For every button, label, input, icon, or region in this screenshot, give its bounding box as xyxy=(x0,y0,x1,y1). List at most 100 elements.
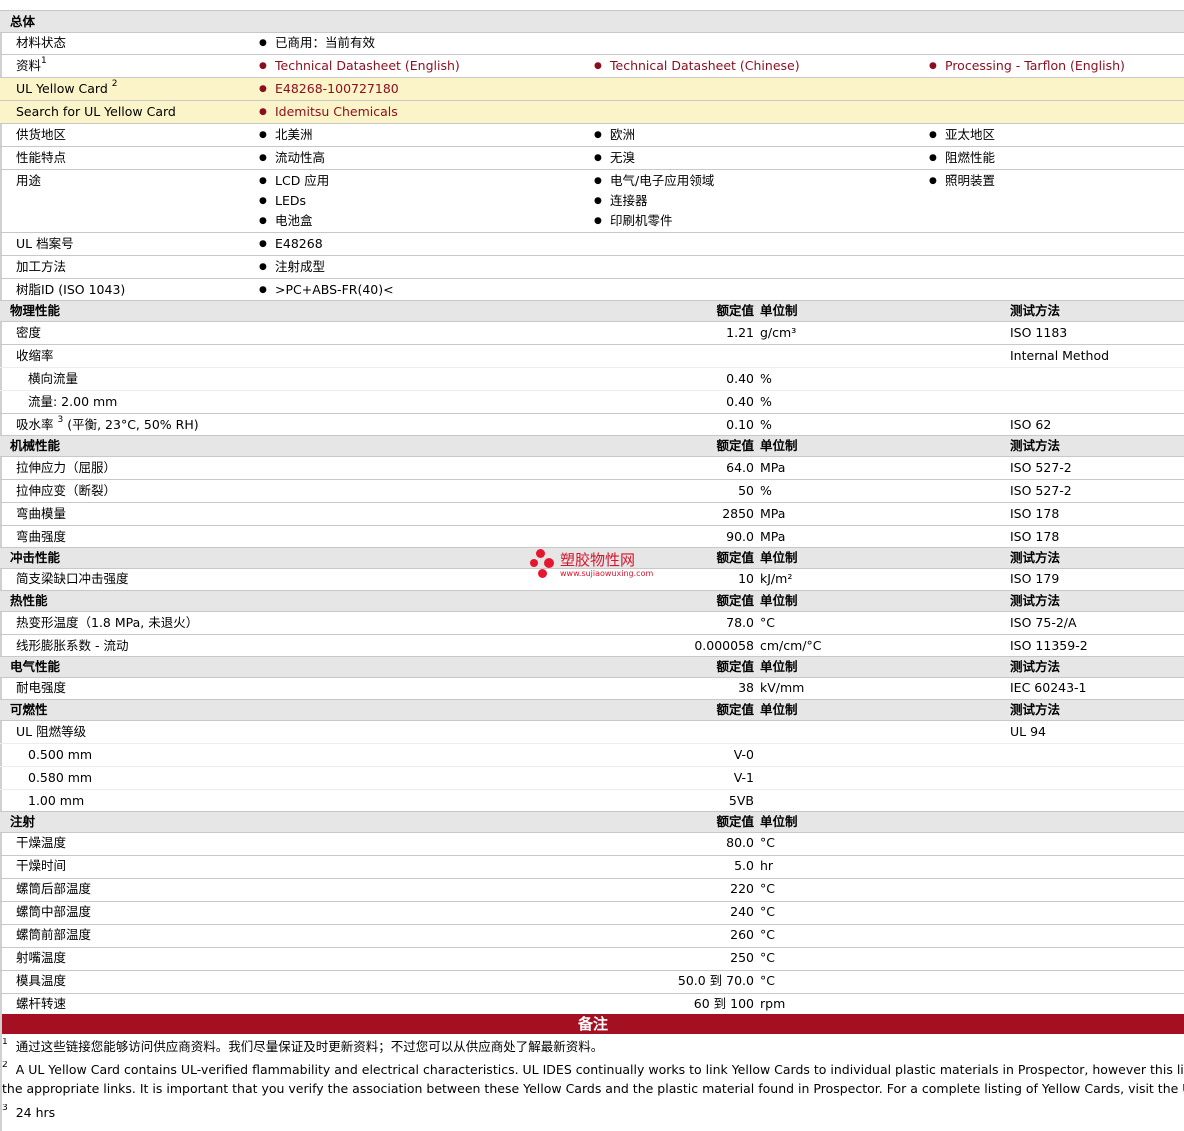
row-unit: °C xyxy=(760,973,775,988)
row-label: 弯曲强度 xyxy=(16,529,67,544)
row-label: 螺筒中部温度 xyxy=(16,904,92,919)
row-label: Search for UL Yellow Card xyxy=(16,104,176,119)
row-search-ul: Search for UL Yellow Card Idemitsu Chemi… xyxy=(0,100,1184,123)
ul-yellow-card-link[interactable]: E48268-100727180 xyxy=(259,80,399,98)
footnote-2: 2 A UL Yellow Card contains UL-verified … xyxy=(2,1061,1184,1077)
row-label: 螺筒后部温度 xyxy=(16,881,92,896)
row-unit: g/cm³ xyxy=(760,325,797,340)
row-value: 阻燃性能 xyxy=(929,149,995,167)
row-value: V-1 xyxy=(733,770,754,785)
footnote-1: 1 通过这些链接您能够访问供应商资料。我们尽量保证及时更新资料；不过您可以从供应… xyxy=(2,1038,604,1054)
row-shrink-cross: 横向流量 0.40 % xyxy=(0,367,1184,390)
row-value: LCD 应用 xyxy=(259,172,329,190)
row-unit: °C xyxy=(760,615,775,630)
row-value: 北美洲 xyxy=(259,126,313,144)
row-unit: % xyxy=(760,417,772,432)
col-value-header: 额定值 xyxy=(716,593,754,608)
row-uses: 用途 LCD 应用 LEDs 电池盒 电气/电子应用领域 连接器 印刷机零件 照… xyxy=(0,169,1184,232)
col-value-header: 额定值 xyxy=(716,303,754,318)
section-title: 机械性能 xyxy=(10,438,61,453)
row-value: 电池盒 xyxy=(259,212,313,230)
section-title: 注射 xyxy=(10,814,36,829)
row-material-status: 材料状态 已商用：当前有效 xyxy=(0,32,1184,54)
section-electrical-header: 电气性能 额定值 单位制 测试方法 xyxy=(0,656,1184,677)
row-label: 流量: 2.00 mm xyxy=(28,394,118,409)
table-row: 拉伸应力（屈服） 64.0 MPa ISO 527-2 xyxy=(0,456,1184,479)
row-method: ISO 11359-2 xyxy=(1010,638,1088,653)
row-shrinkage: 收缩率 Internal Method xyxy=(0,344,1184,367)
col-method-header: 测试方法 xyxy=(1010,303,1061,318)
row-label: 吸水率 3 (平衡, 23°C, 50% RH) xyxy=(16,415,199,433)
row-label: 热变形温度（1.8 MPa, 未退火） xyxy=(16,615,199,630)
row-label: UL Yellow Card 2 xyxy=(16,79,118,97)
section-title: 总体 xyxy=(10,14,36,29)
row-value: 流动性高 xyxy=(259,149,325,167)
row-value: 50 xyxy=(738,483,754,498)
table-row: 螺杆转速 60 到 100 rpm xyxy=(0,993,1184,1014)
row-label: 拉伸应变（断裂） xyxy=(16,483,117,498)
row-label: UL 阻燃等级 xyxy=(16,724,87,739)
row-label: 横向流量 xyxy=(28,371,79,386)
row-unit: MPa xyxy=(760,460,786,475)
row-value: 电气/电子应用领域 xyxy=(594,172,714,190)
table-row: 干燥时间 5.0 hr xyxy=(0,855,1184,878)
row-label: 性能特点 xyxy=(16,150,67,165)
col-value-header: 额定值 xyxy=(716,550,754,565)
table-row: 耐电强度 38 kV/mm IEC 60243-1 xyxy=(0,677,1184,699)
row-label: 供货地区 xyxy=(16,127,67,142)
row-label: 密度 xyxy=(16,325,42,340)
table-row: 螺筒后部温度 220 °C xyxy=(0,878,1184,901)
row-unit: MPa xyxy=(760,529,786,544)
row-value: 80.0 xyxy=(726,835,754,850)
row-value: 38 xyxy=(738,680,754,695)
row-value: >PC+ABS-FR(40)< xyxy=(259,281,394,299)
row-label: 树脂ID (ISO 1043) xyxy=(16,282,126,297)
section-mechanical-header: 机械性能 额定值 单位制 测试方法 xyxy=(0,435,1184,456)
table-row: 0.500 mm V-0 xyxy=(0,743,1184,766)
row-label: 耐电强度 xyxy=(16,680,67,695)
row-value: 照明装置 xyxy=(929,172,995,190)
row-value: 2850 xyxy=(722,506,754,521)
row-label: 拉伸应力（屈服） xyxy=(16,460,117,475)
row-unit: °C xyxy=(760,904,775,919)
row-value: 90.0 xyxy=(726,529,754,544)
source-link-processing[interactable]: Processing - Tarflon (English) xyxy=(929,57,1125,75)
row-unit: °C xyxy=(760,927,775,942)
section-injection-header: 注射 额定值 单位制 xyxy=(0,811,1184,832)
row-label: 弯曲模量 xyxy=(16,506,67,521)
supplier-link[interactable]: Idemitsu Chemicals xyxy=(259,103,398,121)
col-unit-header: 单位制 xyxy=(760,593,798,608)
source-link-chinese[interactable]: Technical Datasheet (Chinese) xyxy=(594,57,800,75)
row-method: UL 94 xyxy=(1010,724,1046,739)
row-unit: % xyxy=(760,483,772,498)
row-method: ISO 178 xyxy=(1010,506,1060,521)
row-method: IEC 60243-1 xyxy=(1010,680,1087,695)
row-value: 50.0 到 70.0 xyxy=(677,973,754,988)
row-unit: °C xyxy=(760,835,775,850)
row-label: 模具温度 xyxy=(16,973,67,988)
row-unit: rpm xyxy=(760,996,786,1011)
row-method: Internal Method xyxy=(1010,348,1110,363)
row-label: 0.500 mm xyxy=(28,747,93,762)
col-unit-header: 单位制 xyxy=(760,303,798,318)
row-label: 射嘴温度 xyxy=(16,950,67,965)
col-method-header: 测试方法 xyxy=(1010,550,1061,565)
section-title: 冲击性能 xyxy=(10,550,61,565)
row-value: 无溴 xyxy=(594,149,635,167)
row-sources: 资料1 Technical Datasheet (English) Techni… xyxy=(0,54,1184,77)
col-unit-header: 单位制 xyxy=(760,814,798,829)
source-link-english[interactable]: Technical Datasheet (English) xyxy=(259,57,460,75)
row-unit: °C xyxy=(760,950,775,965)
row-value: 已商用：当前有效 xyxy=(259,34,375,52)
row-method: ISO 179 xyxy=(1010,571,1060,586)
row-label: UL 档案号 xyxy=(16,236,74,251)
row-unit: MPa xyxy=(760,506,786,521)
row-label: 资料1 xyxy=(16,56,47,74)
row-label: 简支梁缺口冲击强度 xyxy=(16,571,129,586)
table-row: 射嘴温度 250 °C xyxy=(0,947,1184,970)
row-water-absorption: 吸水率 3 (平衡, 23°C, 50% RH) 0.10 % ISO 62 xyxy=(0,413,1184,435)
row-unit: % xyxy=(760,371,772,386)
col-value-header: 额定值 xyxy=(716,438,754,453)
table-row: 拉伸应变（断裂） 50 % ISO 527-2 xyxy=(0,479,1184,502)
section-title: 物理性能 xyxy=(10,303,61,318)
